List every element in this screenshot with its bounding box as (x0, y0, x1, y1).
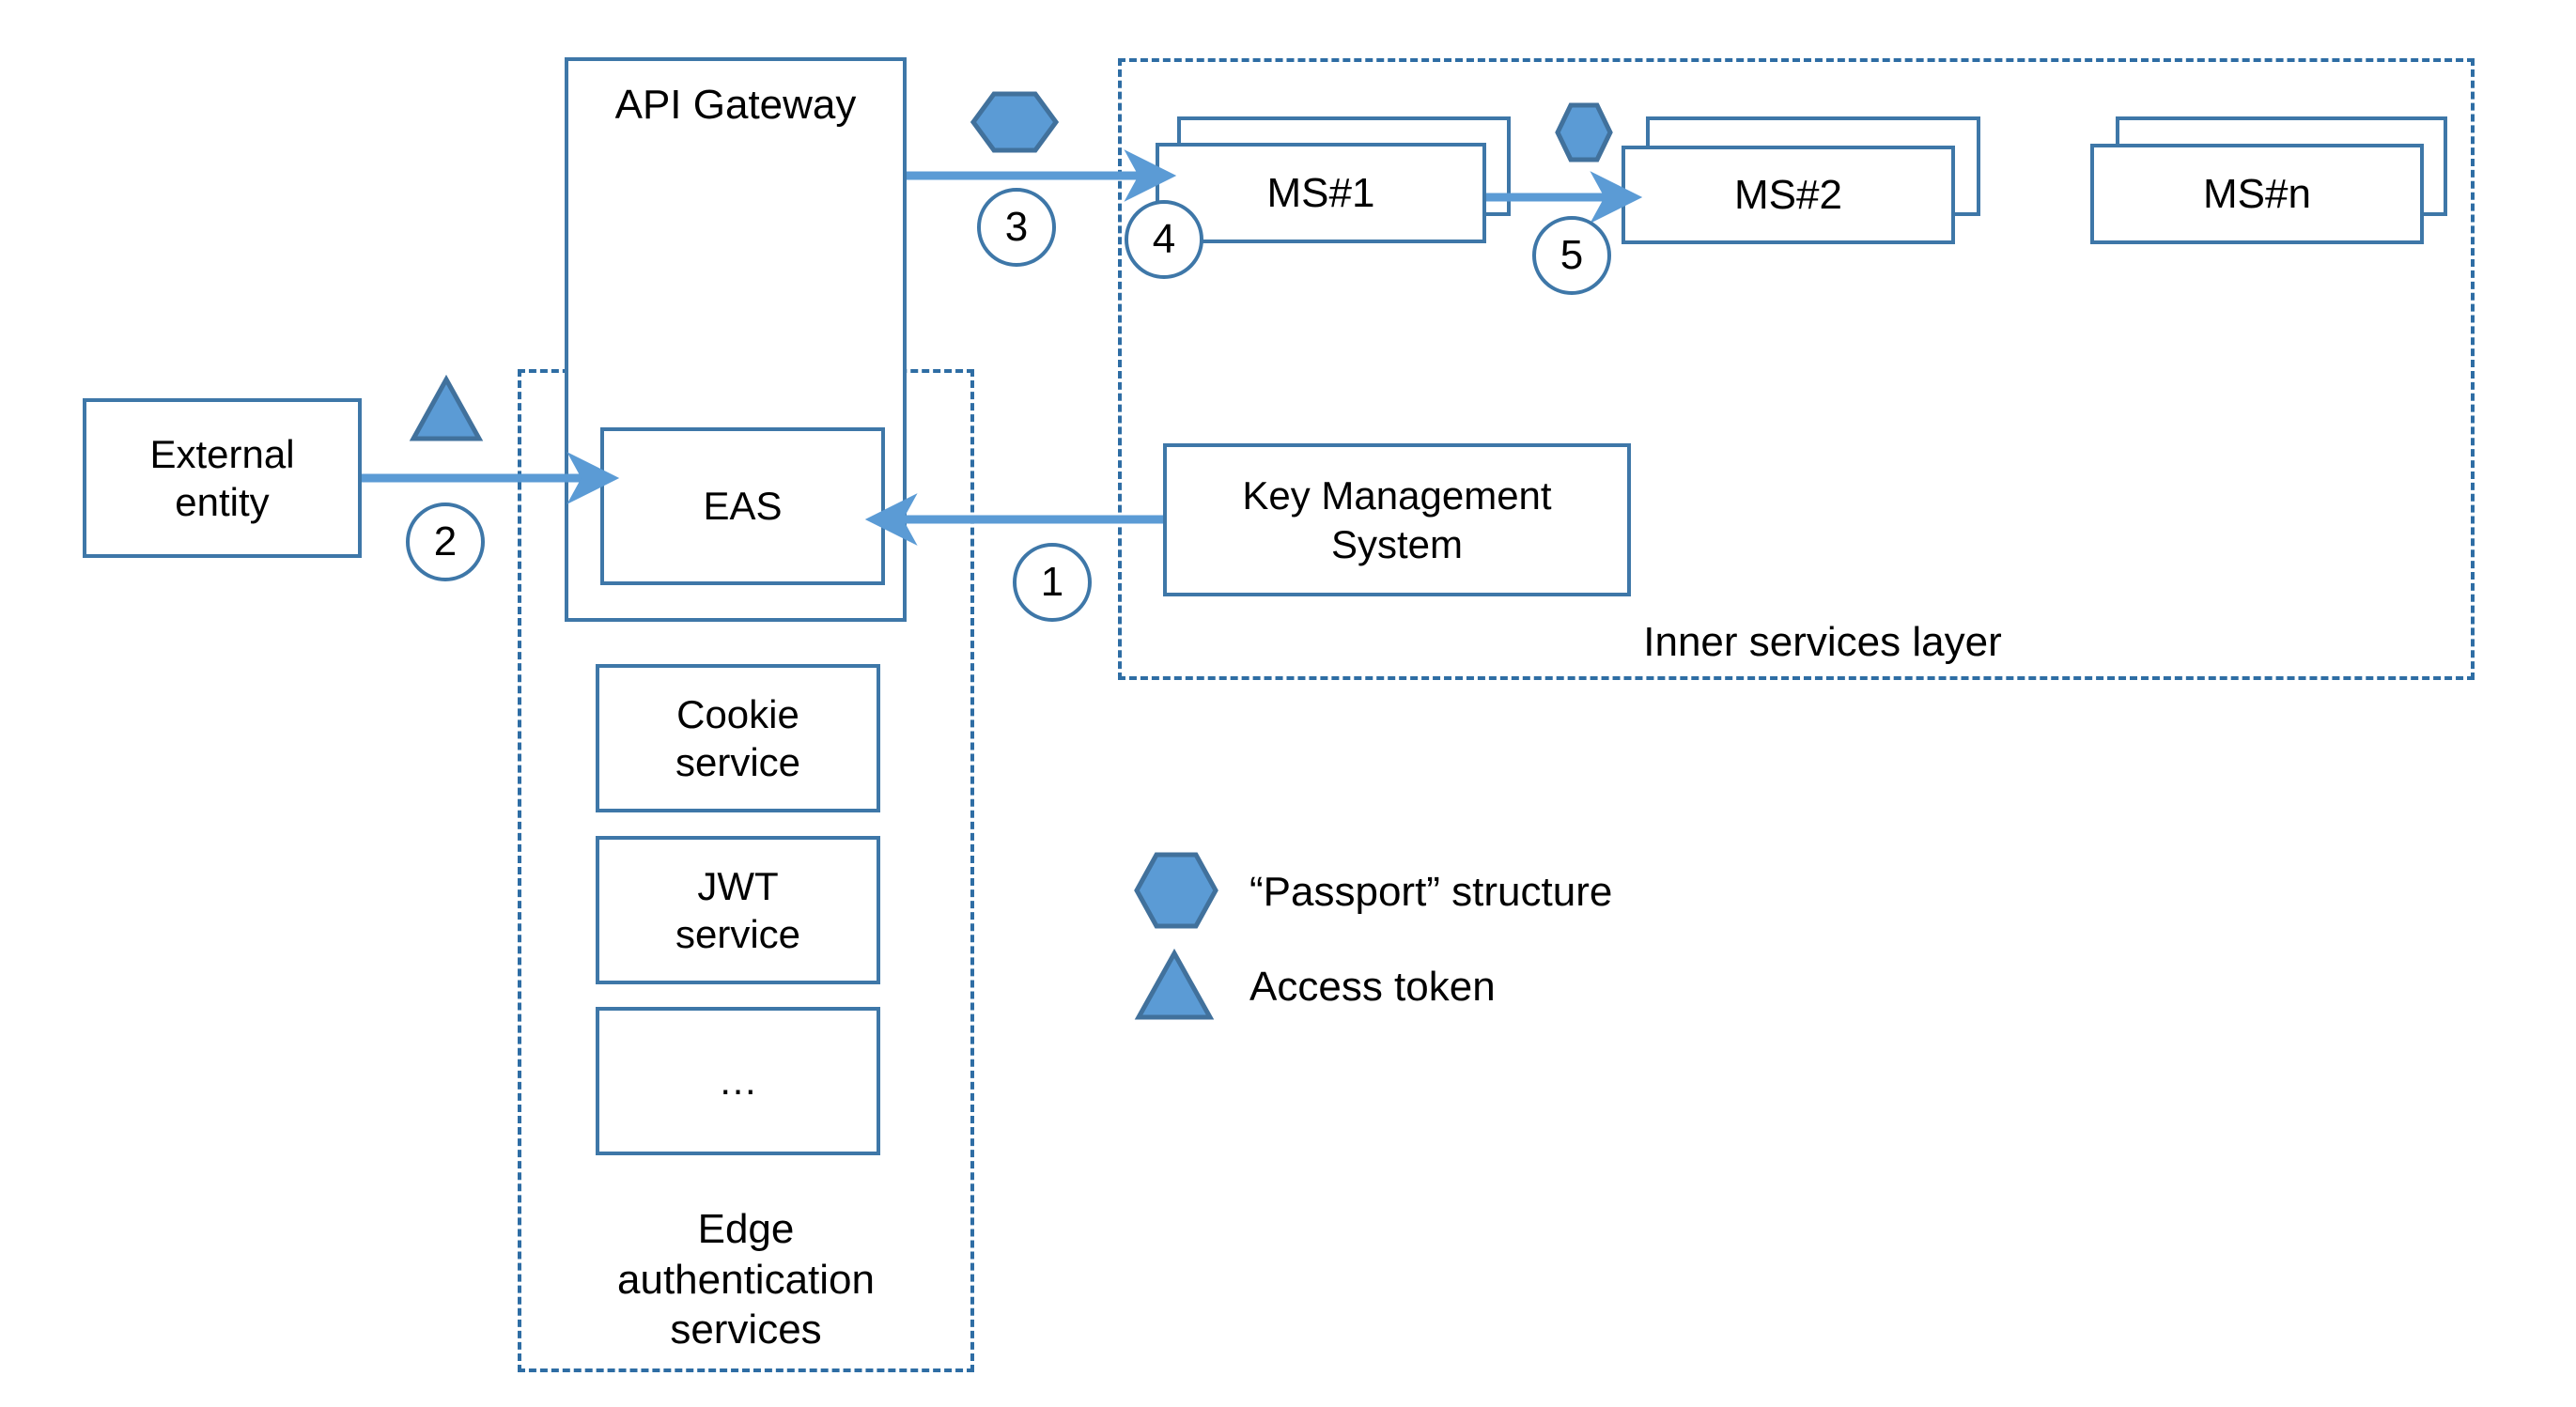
node-msn[interactable]: MS#n (2090, 144, 2424, 244)
node-jwt-service-label: JWT service (675, 863, 801, 956)
node-msn-label: MS#n (2203, 170, 2311, 217)
node-ms2[interactable]: MS#2 (1622, 146, 1955, 244)
node-cookie-service[interactable]: Cookie service (596, 664, 880, 812)
node-ms1-label: MS#1 (1266, 169, 1375, 216)
node-jwt-service[interactable]: JWT service (596, 836, 880, 984)
triangle-icon (409, 374, 484, 441)
group-edge-authentication-services-label: Edge authentication services (617, 1206, 875, 1353)
node-ellipsis-service-label: … (718, 1059, 758, 1104)
node-ms2-label: MS#2 (1734, 171, 1842, 218)
legend-triangle-icon (1134, 948, 1215, 1020)
node-eas[interactable]: EAS (600, 427, 885, 585)
step-marker-2-label: 2 (433, 518, 458, 564)
step-marker-5-label: 5 (1560, 232, 1584, 278)
step-marker-4-label: 4 (1152, 216, 1176, 262)
node-external-entity-label: External entity (149, 431, 295, 524)
legend-item-passport-label: “Passport” structure (1249, 869, 1613, 915)
diagram-canvas: API Gateway External entity EAS Cookie s… (0, 0, 2576, 1407)
group-inner-services-layer-label: Inner services layer (1643, 619, 2002, 665)
node-cookie-service-label: Cookie service (675, 691, 801, 784)
node-ellipsis-service[interactable]: … (596, 1007, 880, 1155)
node-eas-label: EAS (703, 484, 783, 529)
step-marker-1[interactable]: 1 (1013, 543, 1092, 622)
step-marker-2[interactable]: 2 (406, 502, 485, 581)
legend-item-access-token-label: Access token (1249, 964, 1496, 1010)
node-ms1[interactable]: MS#1 (1156, 143, 1486, 243)
node-external-entity[interactable]: External entity (83, 398, 362, 558)
step-marker-3-label: 3 (1004, 204, 1029, 250)
step-marker-1-label: 1 (1040, 559, 1064, 605)
node-key-management-system-label: Key Management System (1242, 473, 1552, 566)
node-key-management-system[interactable]: Key Management System (1163, 443, 1631, 596)
step-marker-5[interactable]: 5 (1532, 216, 1611, 295)
node-api-gateway-label: API Gateway (614, 82, 857, 128)
hexagon-icon (970, 91, 1060, 153)
step-marker-4[interactable]: 4 (1125, 200, 1203, 279)
step-marker-3[interactable]: 3 (977, 188, 1056, 267)
legend-hexagon-icon (1134, 852, 1218, 929)
